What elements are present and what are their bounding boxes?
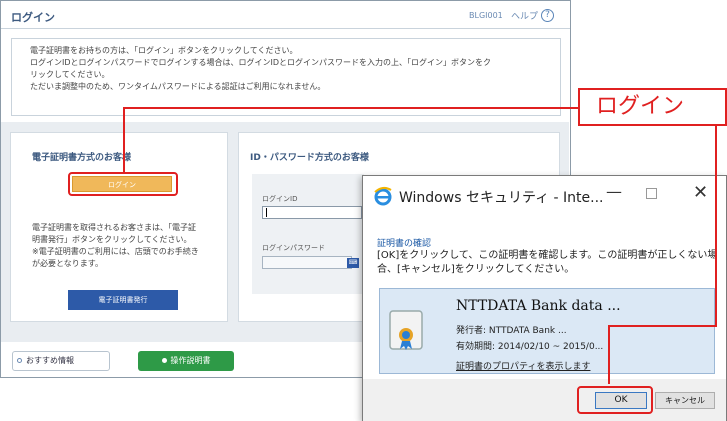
screen-code: BLGI001 (469, 11, 503, 20)
callout-leader-line (608, 325, 717, 327)
cert-issue-button[interactable]: 電子証明書発行 (68, 290, 178, 310)
dialog-titlebar: Windows セキュリティ - Inte... — ✕ (363, 176, 726, 214)
bullet-icon (161, 358, 167, 363)
recommend-info-button[interactable]: おすすめ情報 (12, 351, 110, 371)
dialog-message: [OK]をクリックして、この証明書を確認します。この証明書が正しくない場合、[キ… (377, 250, 718, 275)
certificate-issuer: 発行者: NTTDATA Bank ... (456, 326, 567, 336)
maximize-icon[interactable] (646, 188, 657, 199)
software-keyboard-icon[interactable]: ⌨ (347, 258, 359, 268)
login-button-highlight (68, 172, 178, 196)
login-id-label: ログインID (262, 195, 298, 203)
help-link[interactable]: ヘルプ ? (511, 9, 555, 22)
id-form-area (252, 174, 364, 294)
cancel-button[interactable]: キャンセル (655, 392, 715, 409)
id-panel-heading: ID・パスワード方式のお客様 (250, 153, 369, 163)
intro-line: ただいま調整中のため、ワンタイムパスワードによる認証はご利用になれません。 (30, 82, 326, 91)
certificate-properties-link[interactable]: 証明書のプロパティを表示します (456, 359, 590, 372)
certificate-icon (389, 310, 423, 350)
login-id-input[interactable] (262, 206, 362, 219)
dialog-footer: OK キャンセル (363, 379, 726, 421)
intro-line: 電子証明書をお持ちの方は、「ログイン」ボタンをクリックしてください。 (30, 46, 298, 55)
cert-desc-line: が必要となります。 (32, 259, 103, 268)
ok-button[interactable]: OK (595, 392, 647, 409)
internet-explorer-icon (374, 186, 392, 206)
close-icon[interactable]: ✕ (693, 182, 708, 203)
recommend-info-label: おすすめ情報 (26, 356, 74, 365)
help-icon: ? (541, 9, 555, 22)
bullet-icon (17, 358, 22, 363)
page-title: ログイン (11, 11, 55, 24)
cert-panel-description: 電子証明書を取得されるお客さまは、「電子証 明書発行」ボタンをクリックしてくださ… (32, 222, 222, 270)
windows-security-dialog: Windows セキュリティ - Inte... — ✕ 証明書の確認 [OK]… (362, 175, 727, 421)
callout-leader-line (715, 126, 717, 326)
dialog-title: Windows セキュリティ - Inte... (399, 190, 604, 206)
certificate-card[interactable]: NTTDATA Bank data ... 発行者: NTTDATA Bank … (379, 288, 715, 374)
cert-panel-heading: 電子証明書方式のお客様 (32, 153, 132, 163)
intro-line: リックしてください。 (30, 70, 110, 79)
login-password-label: ログインパスワード (262, 244, 325, 252)
cert-desc-line: 電子証明書を取得されるお客さまは、「電子証 (32, 223, 196, 232)
manual-label: 操作説明書 (170, 356, 211, 365)
callout-leader-line (123, 107, 125, 174)
dialog-heading: 証明書の確認 (377, 239, 432, 249)
page-header: ログイン BLGI001 ヘルプ ? (1, 1, 570, 29)
cert-desc-line: ※電子証明書のご利用には、店頭でのお手続き (32, 247, 199, 256)
manual-button[interactable]: 操作説明書 (138, 351, 234, 371)
minimize-icon[interactable]: — (606, 182, 622, 201)
login-callout: ログイン (578, 88, 727, 126)
certificate-name: NTTDATA Bank data ... (456, 298, 621, 314)
certificate-validity: 有効期間: 2014/02/10 ~ 2015/0... (456, 342, 604, 352)
login-password-input[interactable] (262, 256, 352, 269)
help-label: ヘルプ (511, 12, 539, 22)
intro-line: ログインIDとログインパスワードでログインする場合は、ログインIDとログインパス… (30, 58, 492, 67)
cert-desc-line: 明書発行」ボタンをクリックしてください。 (32, 235, 192, 244)
callout-leader-line (608, 325, 610, 384)
intro-notice: 電子証明書をお持ちの方は、「ログイン」ボタンをクリックしてください。 ログインI… (11, 38, 561, 116)
callout-leader-line (123, 107, 579, 109)
